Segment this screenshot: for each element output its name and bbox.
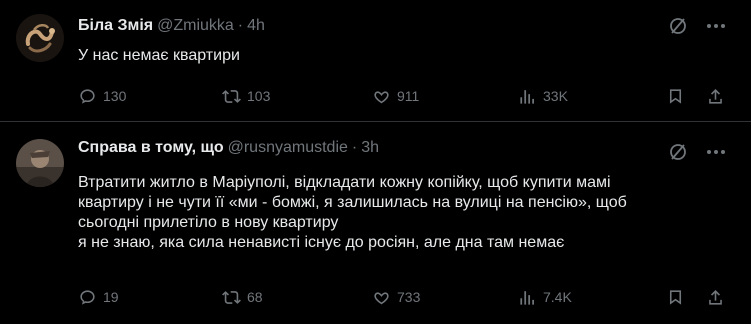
tweet-text-line: квартиру і не чути її «ми - бомжі, я зал…: [78, 194, 627, 211]
share-icon: [709, 289, 722, 305]
tweet-text-line: Втратити житло в Маріуполі, відкладати к…: [78, 174, 611, 191]
bookmark-icon: [669, 289, 682, 305]
action-bar: 19 68 733 7.4K: [78, 286, 738, 308]
tweet-text-line: У нас немає квартири: [78, 47, 240, 64]
avatar[interactable]: [16, 139, 64, 187]
retweet-button[interactable]: 103: [222, 85, 270, 107]
views-button[interactable]: 33K: [518, 85, 568, 107]
timestamp[interactable]: 3h: [361, 139, 379, 157]
retweet-icon: [222, 290, 241, 304]
tweet-text-line: я не знаю, яка сила ненависті існує до р…: [78, 234, 565, 251]
action-bar: 130 103 911 33K: [78, 85, 738, 107]
share-button[interactable]: [706, 286, 725, 308]
user-handle[interactable]: @Zmiukka: [157, 17, 234, 35]
like-count: 733: [397, 289, 421, 305]
bookmark-button[interactable]: [666, 85, 685, 107]
tweet[interactable]: Справа в тому, що @rusnyamustdie · 3h Вт…: [0, 122, 751, 324]
timestamp[interactable]: 4h: [247, 17, 265, 35]
more-icon[interactable]: [704, 142, 728, 162]
views-icon: [520, 290, 534, 305]
views-button[interactable]: 7.4K: [518, 286, 572, 308]
grok-icon[interactable]: [668, 16, 688, 36]
like-icon: [374, 90, 389, 103]
reply-icon: [80, 289, 95, 305]
display-name[interactable]: Біла Змія: [78, 17, 153, 35]
user-handle[interactable]: @rusnyamustdie: [228, 139, 348, 157]
reply-button[interactable]: 19: [78, 286, 119, 308]
tweet-text: Втратити житло в Маріуполі, відкладати к…: [78, 173, 718, 253]
views-count: 33K: [543, 88, 568, 104]
avatar[interactable]: [16, 14, 64, 62]
views-icon: [520, 89, 534, 104]
separator-dot: ·: [351, 139, 358, 156]
reply-icon: [80, 88, 95, 104]
retweet-button[interactable]: 68: [222, 286, 263, 308]
reply-button[interactable]: 130: [78, 85, 126, 107]
reply-count: 130: [103, 88, 127, 104]
share-button[interactable]: [706, 85, 725, 107]
bookmark-icon: [669, 88, 682, 104]
retweet-count: 68: [247, 289, 263, 305]
retweet-icon: [222, 89, 241, 103]
display-name[interactable]: Справа в тому, що: [78, 139, 224, 157]
like-count: 911: [397, 88, 420, 104]
like-button[interactable]: 911: [372, 85, 419, 107]
grok-icon[interactable]: [668, 142, 688, 162]
more-icon[interactable]: [704, 16, 728, 36]
retweet-count: 103: [247, 88, 271, 104]
reply-count: 19: [103, 289, 119, 305]
tweet-header: Біла Змія @Zmiukka · 4h: [78, 16, 265, 36]
like-icon: [374, 291, 389, 304]
tweet-text-line: сьогодні прилетіло в нову квартиру: [78, 214, 339, 231]
share-icon: [709, 88, 722, 104]
tweet-header: Справа в тому, що @rusnyamustdie · 3h: [78, 138, 379, 158]
tweet[interactable]: Біла Змія @Zmiukka · 4h У нас немає квар…: [0, 0, 751, 121]
views-count: 7.4K: [543, 289, 572, 305]
bookmark-button[interactable]: [666, 286, 685, 308]
tweet-text: У нас немає квартири: [78, 46, 240, 66]
separator-dot: ·: [237, 17, 244, 34]
like-button[interactable]: 733: [372, 286, 420, 308]
